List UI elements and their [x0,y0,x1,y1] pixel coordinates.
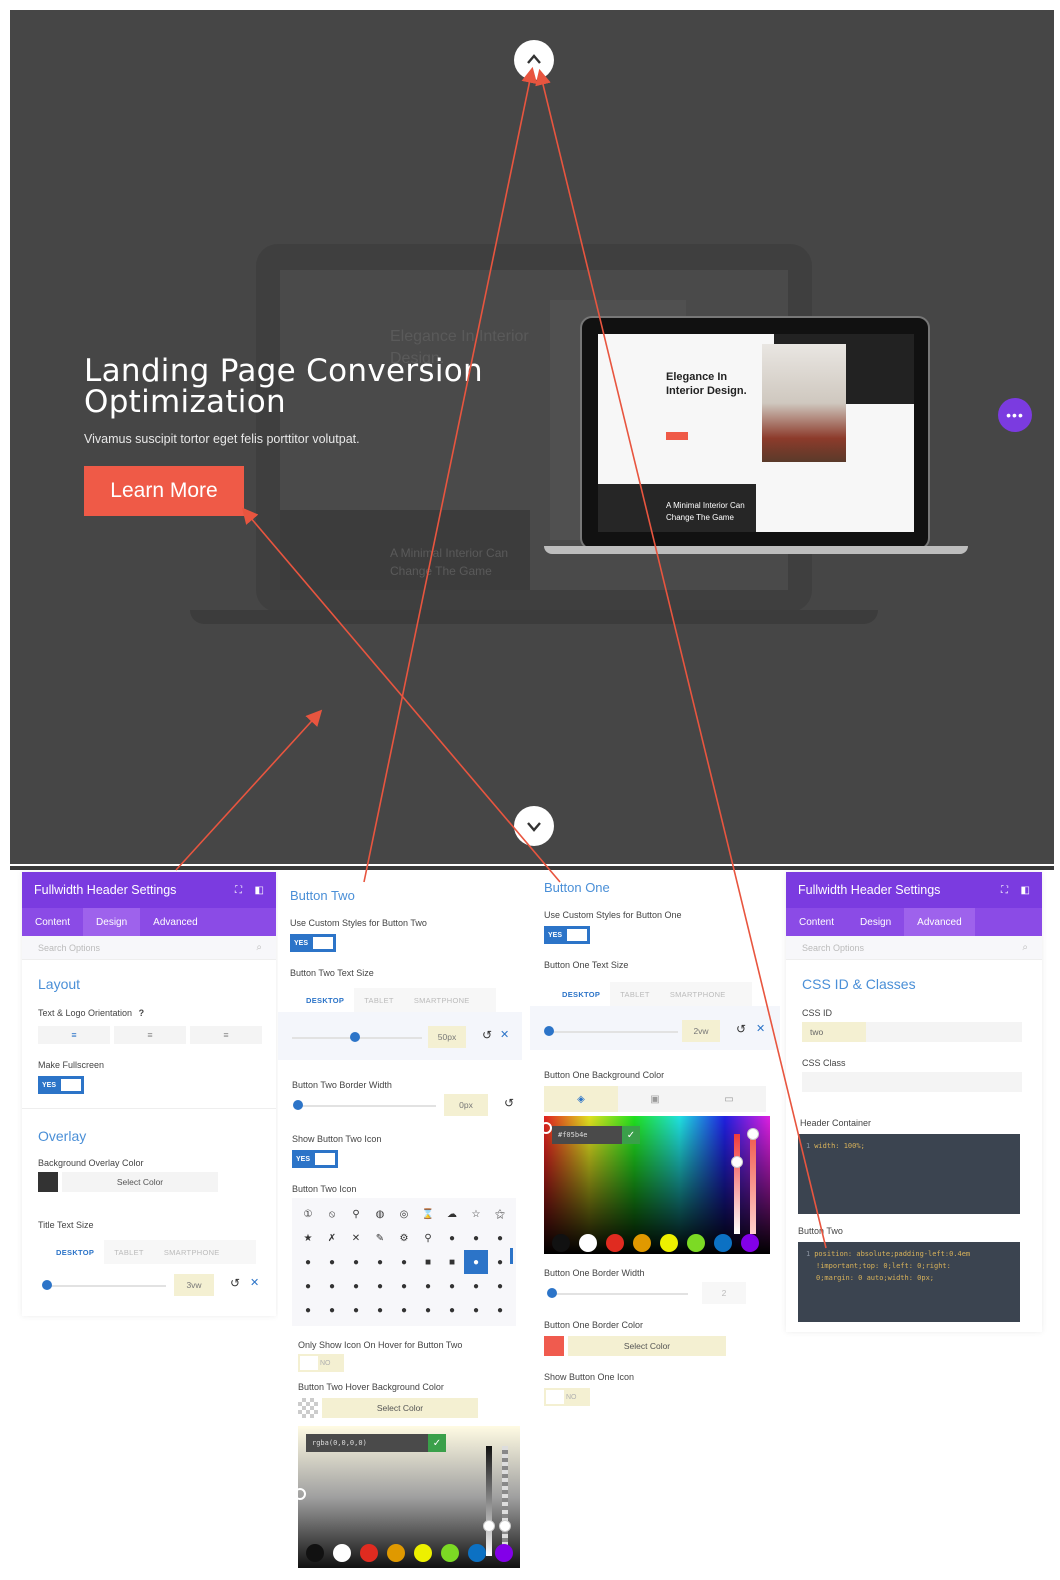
arrow-from-css [535,68,827,1249]
page: Elegance In Interior Design. A Minimal I… [0,0,1060,1580]
arrow-to-up-button [363,66,538,883]
annotation-arrows [175,66,827,1249]
arrow-to-learn-more [241,507,561,883]
arrow-to-hero [175,709,323,871]
